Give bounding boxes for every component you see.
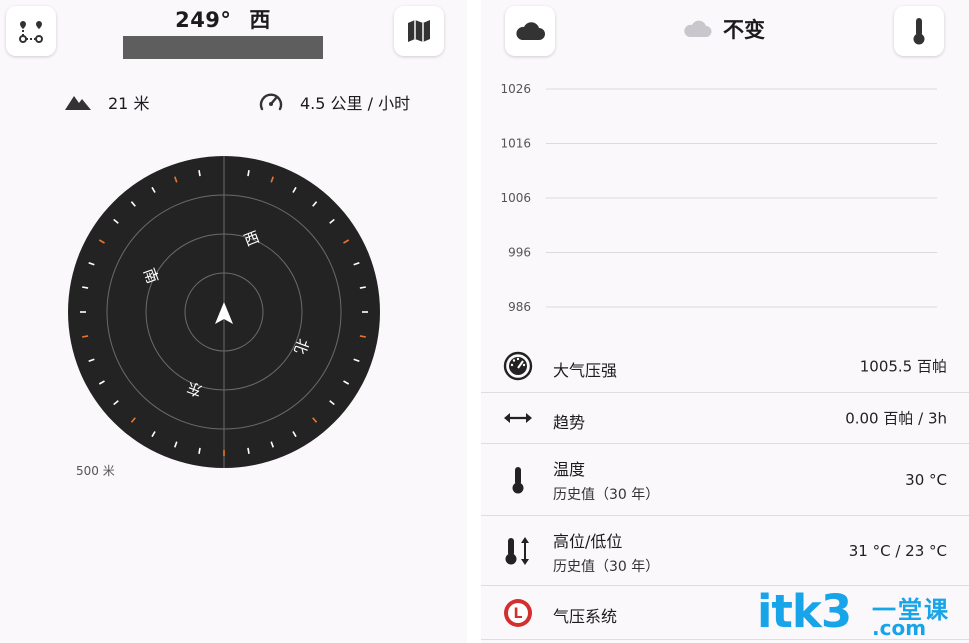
cloud-gray-icon [684, 20, 712, 37]
thermometer-high-low-icon [501, 534, 535, 568]
compass-scale-label: 500 米 [76, 464, 115, 478]
weather-row-label: 气压系统 [553, 607, 618, 626]
left-right-arrow-icon [501, 401, 535, 435]
weather-row-label: 大气压强 [553, 360, 618, 380]
map-button[interactable] [394, 6, 444, 56]
weather-button[interactable] [505, 6, 555, 56]
weather-row-2[interactable]: 趋势 0.00 百帕 / 3h [481, 393, 969, 444]
compass-tick [198, 447, 201, 454]
heading-bar [123, 36, 323, 59]
pressure-chart: 1026 1016 1006 996 986 [500, 82, 937, 314]
altitude-value: 21 米 [108, 94, 150, 113]
route-icon [19, 21, 43, 43]
compass-tick [247, 170, 250, 177]
navigation-panel: 249° 西 21 米 4.5 公里 / 小时 西 南 东 北 500 米 [0, 0, 467, 643]
weather-row-4[interactable]: 高位/低位历史值（30 年） 31 °C / 23 °C [481, 516, 969, 586]
weather-row-label: 趋势 [553, 412, 586, 432]
temperature-button[interactable] [894, 6, 944, 56]
watermark-brand-com: .com [872, 616, 927, 640]
weather-row-label: 温度 [553, 460, 586, 479]
heading-readout: 249° 西 [122, 4, 324, 34]
speedometer-icon [259, 93, 283, 111]
map-icon [408, 20, 430, 42]
speed-value: 4.5 公里 / 小时 [300, 94, 411, 113]
altitude-stat: 21 米 [64, 90, 149, 114]
chart-y-tick-label: 1026 [500, 82, 531, 96]
speed-stat: 4.5 公里 / 小时 [258, 90, 410, 114]
weather-row-sublabel: 历史值（30 年） [553, 559, 660, 575]
weather-row-3[interactable]: 温度历史值（30 年） 30 °C [481, 444, 969, 516]
compass-tick [82, 335, 89, 338]
pressure-trend-header: 不变 [681, 14, 765, 44]
compass-tick [359, 286, 366, 289]
compass-tick [198, 170, 201, 177]
weather-row-sublabel: 历史值（30 年） [553, 487, 660, 503]
cloud-icon [516, 22, 545, 40]
chart-y-tick-label: 986 [508, 300, 531, 314]
weather-row-value: 0.00 百帕 / 3h [845, 409, 947, 428]
thermometer-icon [501, 463, 535, 497]
chart-y-tick-label: 1016 [500, 137, 531, 151]
chart-y-tick-label: 996 [508, 246, 531, 260]
weather-row-value: 31 °C / 23 °C [848, 541, 947, 560]
low-pressure-icon: L [501, 596, 535, 630]
pressure-trend-label: 不变 [723, 18, 765, 42]
watermark-brand: itk3 [757, 585, 852, 638]
weather-row-label: 高位/低位 [553, 532, 623, 551]
compass-tick [359, 335, 366, 338]
compass-tick [247, 447, 250, 454]
svg-text:L: L [514, 606, 523, 622]
compass-dial[interactable]: 西 南 东 北 [68, 156, 380, 468]
heading-direction: 西 [249, 8, 271, 32]
chart-y-tick-label: 1006 [500, 191, 531, 205]
weather-row-value: 1005.5 百帕 [859, 357, 947, 376]
compass-tick [82, 286, 89, 289]
gauge-icon [501, 349, 535, 383]
weather-row-value: 30 °C [905, 470, 947, 489]
heading-degrees: 249° [175, 8, 232, 32]
weather-row-1[interactable]: 大气压强 1005.5 百帕 [481, 340, 969, 393]
route-button[interactable] [6, 6, 56, 56]
mountain-icon [65, 96, 91, 110]
thermometer-icon [913, 18, 925, 45]
